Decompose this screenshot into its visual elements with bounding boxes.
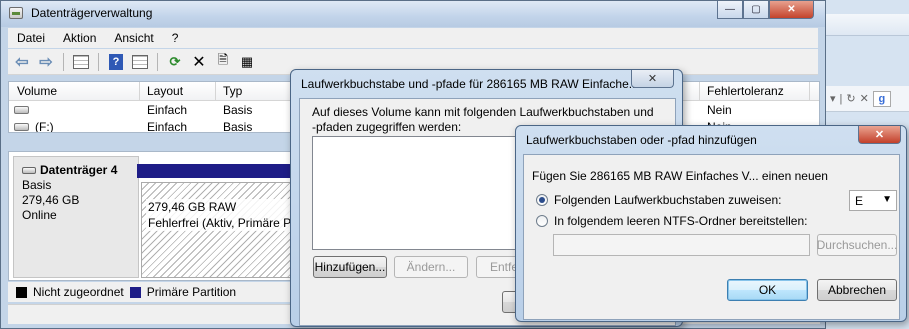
separator-icon: | xyxy=(839,92,843,105)
volume-fault-tolerance: Nein xyxy=(707,103,732,117)
column-header-typ[interactable]: Typ xyxy=(223,84,242,98)
background-address-bar: ▾ | ↻ ✕ g xyxy=(826,86,909,112)
toolbar-separator xyxy=(63,52,64,71)
disk-type: Basis xyxy=(22,178,52,192)
disk-wizard-icon[interactable]: ▦ xyxy=(237,53,257,71)
refresh-icon[interactable]: ⟳ xyxy=(165,53,185,71)
legend-swatch-primary xyxy=(129,286,141,298)
menu-ansicht[interactable]: Ansicht xyxy=(105,31,162,45)
close-button[interactable]: ✕ xyxy=(769,1,814,19)
menu-help[interactable]: ? xyxy=(163,31,188,45)
mount-folder-option[interactable]: In folgendem leeren NTFS-Ordner bereitst… xyxy=(536,214,807,228)
column-header-layout[interactable]: Layout xyxy=(147,84,183,98)
delete-icon[interactable]: ✕ xyxy=(189,53,209,71)
assign-letter-option[interactable]: Folgenden Laufwerkbuchstaben zuweisen: xyxy=(536,193,781,207)
partition-status: Fehlerfrei (Aktiv, Primäre Par xyxy=(148,216,302,230)
partition-size: 279,46 GB RAW xyxy=(148,200,237,214)
dialog-close-button[interactable]: ✕ xyxy=(858,126,901,144)
disk-status: Online xyxy=(22,208,57,222)
chevron-down-icon: ▼ xyxy=(882,194,892,205)
disk-info-panel[interactable]: Datenträger 4 Basis 279,46 GB Online xyxy=(13,156,139,278)
menu-bar: Datei Aktion Ansicht ? xyxy=(8,28,818,48)
properties-list-icon[interactable] xyxy=(130,53,150,71)
folder-path-input[interactable] xyxy=(553,234,810,256)
maximize-button[interactable]: ▢ xyxy=(743,1,769,19)
menu-datei[interactable]: Datei xyxy=(8,31,54,45)
dialog-client-area: Fügen Sie 286165 MB RAW Einfaches V... e… xyxy=(523,154,900,320)
refresh-icon[interactable]: ↻ xyxy=(846,92,855,105)
legend-label-unallocated: Nicht zugeordnet xyxy=(33,285,124,299)
background-tab-strip xyxy=(826,14,909,36)
assign-letter-label: Folgenden Laufwerkbuchstaben zuweisen: xyxy=(554,193,782,207)
toolbar-separator xyxy=(98,52,99,71)
disk-name: Datenträger 4 xyxy=(40,163,118,177)
title-bar: Datenträgerverwaltung — ▢ ✕ xyxy=(1,1,825,27)
disk-icon xyxy=(22,167,36,174)
change-button[interactable]: Ändern... xyxy=(394,256,468,278)
drive-icon xyxy=(14,123,29,131)
volume-name: (F:) xyxy=(35,120,54,133)
properties-icon[interactable]: 🗎 xyxy=(213,52,233,71)
disk-size: 279,46 GB xyxy=(22,193,80,207)
assign-letter-radio[interactable] xyxy=(536,194,548,206)
disk-name-row: Datenträger 4 xyxy=(22,163,130,178)
dialog-title: Laufwerkbuchstaben oder -pfad hinzufügen xyxy=(526,133,757,147)
legend-label-primary: Primäre Partition xyxy=(146,285,237,299)
dialog-intro: Fügen Sie 286165 MB RAW Einfaches V... e… xyxy=(532,169,828,183)
add-button[interactable]: Hinzufügen... xyxy=(313,256,387,278)
console-tree-icon[interactable] xyxy=(71,53,91,71)
volume-type: Basis xyxy=(223,103,253,117)
drive-icon xyxy=(14,106,29,114)
volume-layout: Einfach xyxy=(147,120,188,133)
minimize-button[interactable]: — xyxy=(717,1,743,19)
volume-layout: Einfach xyxy=(147,103,188,117)
browse-button[interactable]: Durchsuchen... xyxy=(817,234,897,256)
toolbar-separator xyxy=(157,52,158,71)
partition-info: 279,46 GB RAW Fehlerfrei (Aktiv, Primäre… xyxy=(146,199,304,231)
legend-swatch-unallocated xyxy=(16,286,27,298)
dialog-title: Laufwerkbuchstabe und -pfade für 286165 … xyxy=(301,77,639,91)
drive-letter-select[interactable]: E ▼ xyxy=(849,190,897,211)
column-header-volume[interactable]: Volume xyxy=(17,84,57,98)
window-title: Datenträgerverwaltung xyxy=(31,6,153,20)
cancel-button[interactable]: Abbrechen xyxy=(817,279,897,301)
column-header-fehlertoleranz[interactable]: Fehlertoleranz xyxy=(707,84,784,98)
close-icon: ✕ xyxy=(859,93,869,105)
back-arrow-icon[interactable]: ⇦ xyxy=(12,53,32,71)
help-icon[interactable]: ? xyxy=(106,53,126,71)
ok-button[interactable]: OK xyxy=(727,279,808,301)
drive-letter-value: E xyxy=(855,193,864,208)
disk-management-icon xyxy=(9,7,23,19)
mount-folder-radio[interactable] xyxy=(536,215,548,227)
menu-aktion[interactable]: Aktion xyxy=(54,31,105,45)
volume-type: Basis xyxy=(223,120,253,133)
search-engine-icon[interactable]: g xyxy=(872,90,891,107)
dropdown-arrow-icon: ▾ xyxy=(830,93,836,105)
forward-arrow-icon[interactable]: ⇨ xyxy=(36,53,56,71)
mount-folder-label: In folgendem leeren NTFS-Ordner bereitst… xyxy=(554,214,808,228)
add-drive-letter-dialog: Laufwerkbuchstaben oder -pfad hinzufügen… xyxy=(515,125,907,322)
dialog-close-button[interactable]: ✕ xyxy=(631,70,674,88)
